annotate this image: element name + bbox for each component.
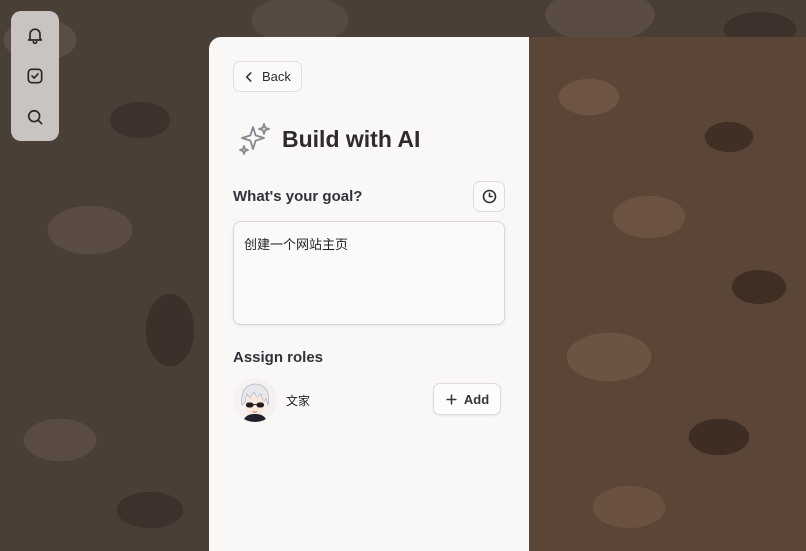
role-item: 文家 Add bbox=[233, 377, 505, 423]
back-button[interactable]: Back bbox=[233, 61, 302, 92]
build-with-ai-panel: Back Build with AI What's your goal? 创建一… bbox=[209, 37, 529, 551]
goal-label: What's your goal? bbox=[233, 188, 363, 205]
avatar bbox=[233, 378, 277, 422]
chevron-left-icon bbox=[245, 71, 252, 82]
clock-icon bbox=[482, 189, 496, 204]
add-role-button[interactable]: Add bbox=[433, 383, 501, 415]
add-label: Add bbox=[463, 391, 490, 407]
desktop-background-right bbox=[529, 37, 806, 551]
back-label: Back bbox=[262, 69, 291, 84]
side-dock bbox=[11, 11, 59, 141]
goal-input[interactable]: 创建一个网站主页 bbox=[233, 221, 505, 325]
sparkles-icon bbox=[239, 123, 270, 155]
panel-header: Build with AI bbox=[236, 121, 420, 157]
search-icon bbox=[27, 109, 43, 125]
search-button[interactable] bbox=[18, 100, 52, 134]
plus-icon bbox=[446, 393, 457, 405]
notifications-button[interactable] bbox=[18, 18, 52, 52]
assign-roles-label: Assign roles bbox=[233, 349, 324, 366]
check-square-icon bbox=[27, 68, 43, 84]
history-button[interactable] bbox=[473, 181, 505, 212]
role-name: 文家 bbox=[286, 393, 311, 408]
page-title: Build with AI bbox=[282, 125, 421, 152]
bell-icon bbox=[27, 28, 43, 45]
tasks-button[interactable] bbox=[18, 59, 52, 93]
